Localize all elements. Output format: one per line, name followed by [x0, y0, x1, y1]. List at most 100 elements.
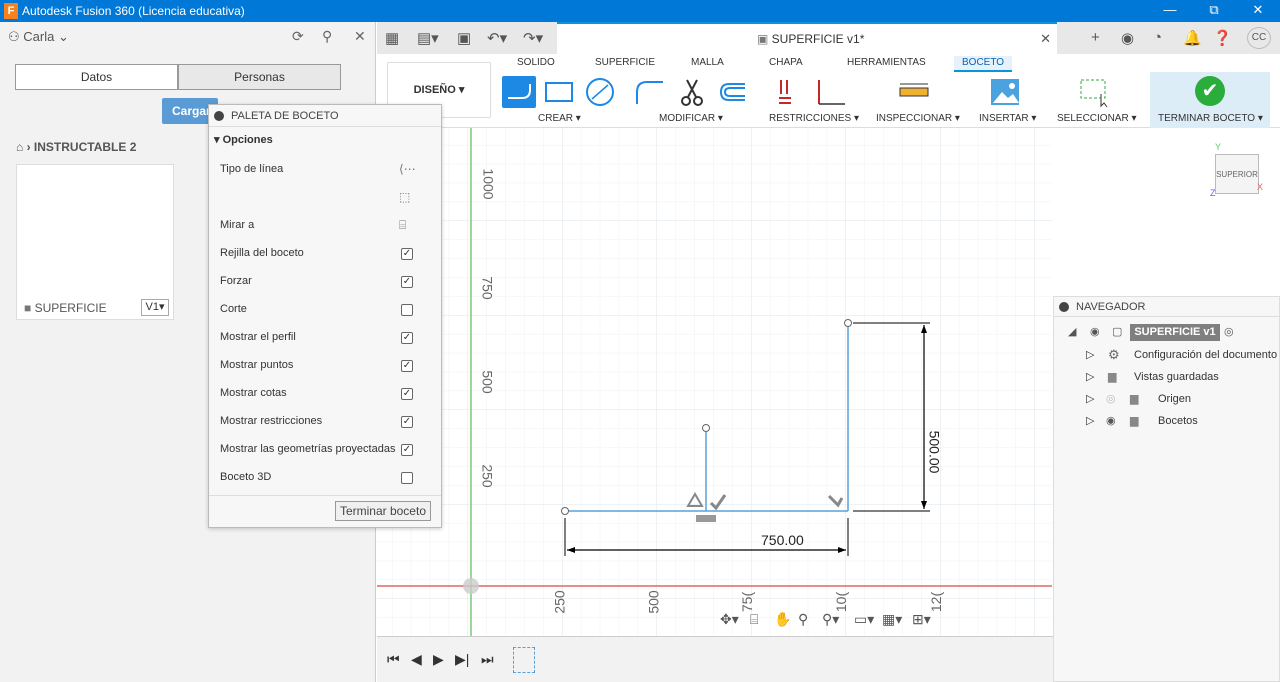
- expand-arrow-icon[interactable]: ▷: [1086, 348, 1094, 361]
- version-dropdown[interactable]: V1▾: [141, 299, 169, 316]
- circle-tool-button[interactable]: [583, 76, 617, 108]
- expand-arrow-icon[interactable]: ▷: [1086, 370, 1094, 383]
- tab-personas[interactable]: Personas: [178, 64, 341, 90]
- option-sketch-grid[interactable]: Rejilla del boceto ✓: [209, 240, 441, 268]
- minimize-button[interactable]: —: [1148, 0, 1192, 22]
- finish-sketch-button[interactable]: ✔ TERMINAR BOCETO ▾: [1150, 72, 1270, 128]
- document-tab[interactable]: ▣ SUPERFICIE v1* ✕: [557, 22, 1057, 54]
- option-show-points[interactable]: Mostrar puntos ✓: [209, 352, 441, 380]
- restore-button[interactable]: ⧉: [1192, 0, 1236, 22]
- group-restricciones[interactable]: RESTRICCIONES ▾: [769, 113, 859, 124]
- option-look-at[interactable]: Mirar a ⌸: [209, 212, 441, 240]
- expand-arrow-icon[interactable]: ▷: [1086, 392, 1094, 405]
- finish-sketch-small-button[interactable]: Terminar boceto: [334, 501, 431, 521]
- checkbox-checked[interactable]: ✓: [401, 444, 413, 456]
- option-show-profile[interactable]: Mostrar el perfil ✓: [209, 324, 441, 352]
- coincident-constraint-button[interactable]: [773, 76, 807, 108]
- undo-icon[interactable]: ↶▾: [487, 29, 507, 47]
- group-crear[interactable]: CREAR ▾: [538, 113, 581, 124]
- refresh-icon[interactable]: ⟳: [292, 28, 304, 45]
- navigator-item-origin[interactable]: ▷ ◎ ▆ Origen: [1054, 392, 1279, 412]
- new-tab-icon[interactable]: +: [1091, 29, 1100, 46]
- design-thumbnail[interactable]: [16, 164, 174, 320]
- select-tool-button[interactable]: [1077, 76, 1111, 108]
- user-menu[interactable]: ⚇ Carla ⌄: [8, 29, 69, 45]
- design-card-label[interactable]: ■ SUPERFICIE: [24, 301, 107, 315]
- rectangle-tool-button[interactable]: [542, 76, 576, 108]
- home-icon[interactable]: ⌂: [16, 140, 23, 154]
- tab-herramientas[interactable]: HERRAMIENTAS: [847, 56, 926, 72]
- grid-settings-icon[interactable]: ▦▾: [882, 611, 902, 628]
- checkbox-checked[interactable]: ✓: [401, 276, 413, 288]
- save-icon[interactable]: ▣: [457, 29, 471, 47]
- trim-tool-button[interactable]: [675, 76, 709, 108]
- checkbox-unchecked[interactable]: [401, 472, 413, 484]
- pan-icon[interactable]: ✋: [774, 611, 791, 628]
- measure-tool-button[interactable]: [897, 76, 931, 108]
- fillet-tool-button[interactable]: [633, 76, 667, 108]
- insert-image-button[interactable]: [988, 76, 1022, 108]
- help-icon[interactable]: ❓: [1213, 29, 1232, 47]
- checkbox-unchecked[interactable]: [401, 304, 413, 316]
- navigator-header[interactable]: NAVEGADOR: [1054, 297, 1279, 317]
- offset-tool-button[interactable]: [715, 76, 749, 108]
- option-show-projected[interactable]: Mostrar las geometrías proyectadas ✓: [209, 436, 441, 464]
- close-button[interactable]: ✕: [1236, 0, 1280, 22]
- navigator-item-settings[interactable]: ▷ ⚙ Configuración del documento: [1054, 347, 1279, 368]
- palette-header[interactable]: PALETA DE BOCETO: [209, 105, 441, 127]
- tab-superficie[interactable]: SUPERFICIE: [595, 56, 655, 72]
- breadcrumb-project[interactable]: INSTRUCTABLE 2: [34, 140, 136, 154]
- step-back-icon[interactable]: ◀: [411, 651, 422, 668]
- search-icon[interactable]: ⚲: [322, 28, 332, 45]
- expand-arrow-icon[interactable]: ▷: [1086, 414, 1094, 427]
- orbit-icon[interactable]: ✥▾: [720, 611, 739, 628]
- display-settings-icon[interactable]: ▭▾: [854, 611, 874, 628]
- group-seleccionar[interactable]: SELECCIONAR ▾: [1057, 113, 1137, 124]
- option-slice[interactable]: Corte: [209, 296, 441, 324]
- navigator-root[interactable]: ◢ ◉ ▢ SUPERFICIE v1 ◎: [1054, 324, 1279, 345]
- go-to-end-icon[interactable]: ⏭: [481, 651, 494, 668]
- navigator-item-sketches[interactable]: ▷ ◉ ▆ Bocetos: [1054, 414, 1279, 434]
- eye-hidden-icon[interactable]: ◎: [1106, 392, 1116, 405]
- tab-solido[interactable]: SOLIDO: [517, 56, 555, 72]
- option-centerline[interactable]: ⬚: [209, 184, 441, 212]
- notifications-icon[interactable]: 🔔: [1183, 29, 1202, 47]
- perpendicular-constraint-button[interactable]: [813, 76, 847, 108]
- group-insertar[interactable]: INSERTAR ▾: [979, 113, 1036, 124]
- apps-grid-icon[interactable]: ▦: [385, 29, 399, 47]
- tab-boceto[interactable]: BOCETO: [954, 56, 1013, 72]
- zoom-icon[interactable]: ⚲: [798, 611, 808, 628]
- go-to-start-icon[interactable]: ⏮: [387, 651, 400, 668]
- group-inspeccionar[interactable]: INSPECCIONAR ▾: [876, 113, 960, 124]
- option-show-constraints[interactable]: Mostrar restricciones ✓: [209, 408, 441, 436]
- viewports-icon[interactable]: ⊞▾: [912, 611, 931, 628]
- redo-icon[interactable]: ↷▾: [523, 29, 543, 47]
- construction-line-icon[interactable]: ⟨⋯: [399, 162, 416, 176]
- checkbox-checked[interactable]: ✓: [401, 332, 413, 344]
- checkbox-checked[interactable]: ✓: [401, 360, 413, 372]
- eye-icon[interactable]: ◉: [1106, 414, 1116, 427]
- centerline-icon[interactable]: ⬚: [399, 190, 410, 204]
- checkbox-checked[interactable]: ✓: [401, 416, 413, 428]
- activate-icon[interactable]: ◎: [1224, 325, 1234, 338]
- navigator-item-views[interactable]: ▷ ▆ Vistas guardadas: [1054, 370, 1279, 390]
- group-modificar[interactable]: MODIFICAR ▾: [659, 113, 723, 124]
- tab-datos[interactable]: Datos: [15, 64, 178, 90]
- dimension-vertical[interactable]: 500.00: [926, 431, 942, 474]
- collapse-icon[interactable]: ◢: [1068, 325, 1076, 338]
- extensions-icon[interactable]: ◉: [1121, 29, 1134, 47]
- palette-section-options[interactable]: ▾ Opciones: [209, 127, 441, 153]
- eye-icon[interactable]: ◉: [1090, 325, 1100, 338]
- job-status-icon[interactable]: ◔: [1153, 29, 1162, 46]
- step-forward-icon[interactable]: ▶|: [455, 651, 469, 668]
- dimension-horizontal[interactable]: 750.00: [761, 532, 804, 548]
- option-snap[interactable]: Forzar ✓: [209, 268, 441, 296]
- tab-malla[interactable]: MALLA: [691, 56, 724, 72]
- look-at-icon[interactable]: ⌸: [399, 218, 406, 233]
- viewcube[interactable]: SUPERIOR: [1215, 154, 1259, 194]
- user-avatar[interactable]: CC: [1247, 27, 1271, 49]
- close-tab-icon[interactable]: ✕: [1040, 31, 1051, 47]
- checkbox-checked[interactable]: ✓: [401, 248, 413, 260]
- line-tool-button[interactable]: [502, 76, 536, 108]
- option-line-type[interactable]: Tipo de línea ⟨⋯: [209, 156, 441, 184]
